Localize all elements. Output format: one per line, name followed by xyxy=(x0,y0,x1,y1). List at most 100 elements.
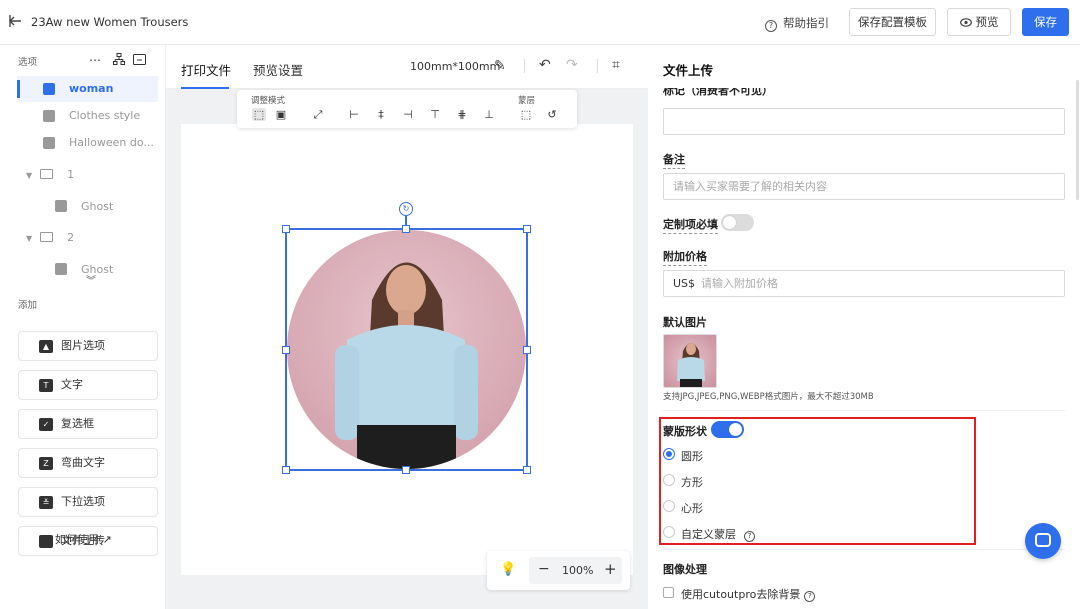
how-to-use-label: 如何使用 xyxy=(55,533,99,546)
help-label: 帮助指引 xyxy=(783,16,829,30)
app-title: 23Aw new Women Trousers xyxy=(31,15,189,29)
undo-icon[interactable]: ↶ xyxy=(539,57,551,73)
align-toolbar: 调整模式 蒙层 ⬚ ▣ ⤢ ⊢ ‡ ⊣ ⊤ ⋕ ⊥ ⬚ ↺ xyxy=(237,90,577,128)
mark-input[interactable] xyxy=(663,108,1065,135)
cutout-label-wrap: 使用cutoutpro去除背景? xyxy=(681,586,816,602)
currency-prefix: US$ xyxy=(673,277,696,290)
group-label: 1 xyxy=(67,168,75,181)
tab-preview-settings[interactable]: 预览设置 xyxy=(253,60,303,79)
selection-box[interactable] xyxy=(285,228,528,471)
more-icon[interactable]: ⋯ xyxy=(89,53,105,67)
tree-item-label: Halloween do... xyxy=(69,136,154,149)
add-item-label: 下拉选项 xyxy=(61,495,105,508)
add-dropdown-button[interactable]: ≚ 下拉选项 xyxy=(18,487,158,517)
adjust-mode-label: 调整模式 xyxy=(251,96,286,106)
add-image-option-button[interactable]: ▲ 图片选项 xyxy=(18,331,158,361)
resize-handle[interactable] xyxy=(402,225,410,233)
default-image-label: 默认图片 xyxy=(663,316,707,329)
divider xyxy=(597,59,598,73)
thumbnail-illustration xyxy=(677,343,705,387)
reset-icon[interactable]: ↺ xyxy=(545,108,559,121)
align-center-h-icon[interactable]: ‡ xyxy=(374,108,388,121)
back-icon[interactable] xyxy=(9,14,23,30)
add-checkbox-button[interactable]: ✓ 复选框 xyxy=(18,409,158,439)
lightbulb-icon[interactable]: 💡 xyxy=(500,562,516,577)
curved-text-icon: Z xyxy=(39,457,53,470)
fill-mode-icon[interactable]: ▣ xyxy=(274,108,288,121)
fullscreen-icon[interactable]: ⤢ xyxy=(311,108,325,122)
required-toggle[interactable] xyxy=(721,214,754,231)
divider xyxy=(524,59,525,73)
resize-handle[interactable] xyxy=(282,466,290,474)
chevron-double-down-icon[interactable]: ︾ xyxy=(86,272,96,287)
zoom-out-button[interactable]: − xyxy=(538,561,550,577)
folder-icon xyxy=(39,535,53,548)
align-middle-v-icon[interactable]: ⋕ xyxy=(455,108,469,121)
zoom-box: − 100% + xyxy=(529,557,622,584)
options-label: 选项 xyxy=(18,57,38,68)
tree-structure-icon[interactable] xyxy=(112,53,133,67)
panel-title: 文件上传 xyxy=(663,63,714,78)
mask-select-icon[interactable]: ⬚ xyxy=(519,108,533,121)
edit-icon[interactable]: ✎ xyxy=(494,58,506,74)
add-item-label: 复选框 xyxy=(61,417,94,430)
group-1[interactable]: ▼ 1 xyxy=(26,168,74,181)
tree-item-ghost-1[interactable]: Ghost xyxy=(55,200,113,213)
caret-down-icon: ▼ xyxy=(26,171,33,180)
scrollbar[interactable] xyxy=(1076,80,1079,200)
redo-icon[interactable]: ↷ xyxy=(566,57,578,73)
align-left-icon[interactable]: ⊢ xyxy=(347,108,361,121)
price-label: 附加价格 xyxy=(663,248,707,266)
default-image-thumbnail[interactable] xyxy=(663,334,717,388)
tree-item-label: Ghost xyxy=(81,200,114,213)
save-template-button[interactable]: 保存配置模板 xyxy=(849,8,936,36)
note-input[interactable]: 请输入买家需要了解的相关内容 xyxy=(663,173,1065,200)
zoom-level: 100% xyxy=(562,564,594,577)
resize-handle[interactable] xyxy=(402,466,410,474)
fit-mode-icon[interactable]: ⬚ xyxy=(252,108,266,121)
resize-handle[interactable] xyxy=(523,466,531,474)
tree-item-clothes-style[interactable]: Clothes style xyxy=(17,103,158,129)
zoom-control: 💡 − 100% + xyxy=(487,551,630,590)
chat-support-button[interactable] xyxy=(1025,523,1061,559)
add-curved-text-button[interactable]: Z 弯曲文字 xyxy=(18,448,158,478)
group-folder-icon xyxy=(40,169,54,179)
group-folder-icon xyxy=(40,232,54,242)
zoom-in-button[interactable]: + xyxy=(604,560,617,578)
group-2[interactable]: ▼ 2 xyxy=(26,231,74,244)
resize-handle[interactable] xyxy=(282,346,290,354)
preview-label: 预览 xyxy=(975,15,999,29)
save-button[interactable]: 保存 xyxy=(1022,8,1069,36)
tree-item-label: woman xyxy=(69,82,114,95)
tab-print-file[interactable]: 打印文件 xyxy=(181,60,231,79)
image-option-icon xyxy=(55,263,67,275)
group-label: 2 xyxy=(67,231,75,244)
highlight-box xyxy=(659,417,976,545)
dropdown-option-icon xyxy=(43,137,55,149)
align-bottom-icon[interactable]: ⊥ xyxy=(482,108,496,121)
crop-icon[interactable]: ⌗ xyxy=(612,57,620,73)
toggle-knob xyxy=(723,216,736,229)
chat-icon xyxy=(1035,533,1051,547)
add-item-label: 图片选项 xyxy=(61,339,105,352)
cutout-checkbox[interactable] xyxy=(663,587,674,598)
how-to-use-link[interactable]: 如何使用 ↗ xyxy=(55,531,112,547)
tree-item-ghost-2[interactable]: Ghost xyxy=(55,263,113,276)
add-item-label: 弯曲文字 xyxy=(61,456,105,469)
question-icon[interactable]: ? xyxy=(804,591,816,602)
align-right-icon[interactable]: ⊣ xyxy=(401,108,415,121)
resize-handle[interactable] xyxy=(523,346,531,354)
tree-item-halloween[interactable]: Halloween do... xyxy=(17,130,158,156)
add-folder-icon[interactable] xyxy=(132,53,146,67)
add-text-button[interactable]: T 文字 xyxy=(18,370,158,400)
help-guide-link[interactable]: ? 帮助指引 xyxy=(765,15,829,32)
folder-icon xyxy=(43,83,55,95)
resize-handle[interactable] xyxy=(282,225,290,233)
preview-button[interactable]: 预览 xyxy=(947,8,1011,36)
rotate-handle-icon[interactable]: ↻ xyxy=(399,202,413,216)
price-input[interactable]: US$ 请输入附加价格 xyxy=(663,270,1065,297)
align-top-icon[interactable]: ⊤ xyxy=(428,108,442,121)
eye-icon xyxy=(959,15,976,29)
resize-handle[interactable] xyxy=(523,225,531,233)
tree-item-woman[interactable]: woman xyxy=(17,76,158,102)
